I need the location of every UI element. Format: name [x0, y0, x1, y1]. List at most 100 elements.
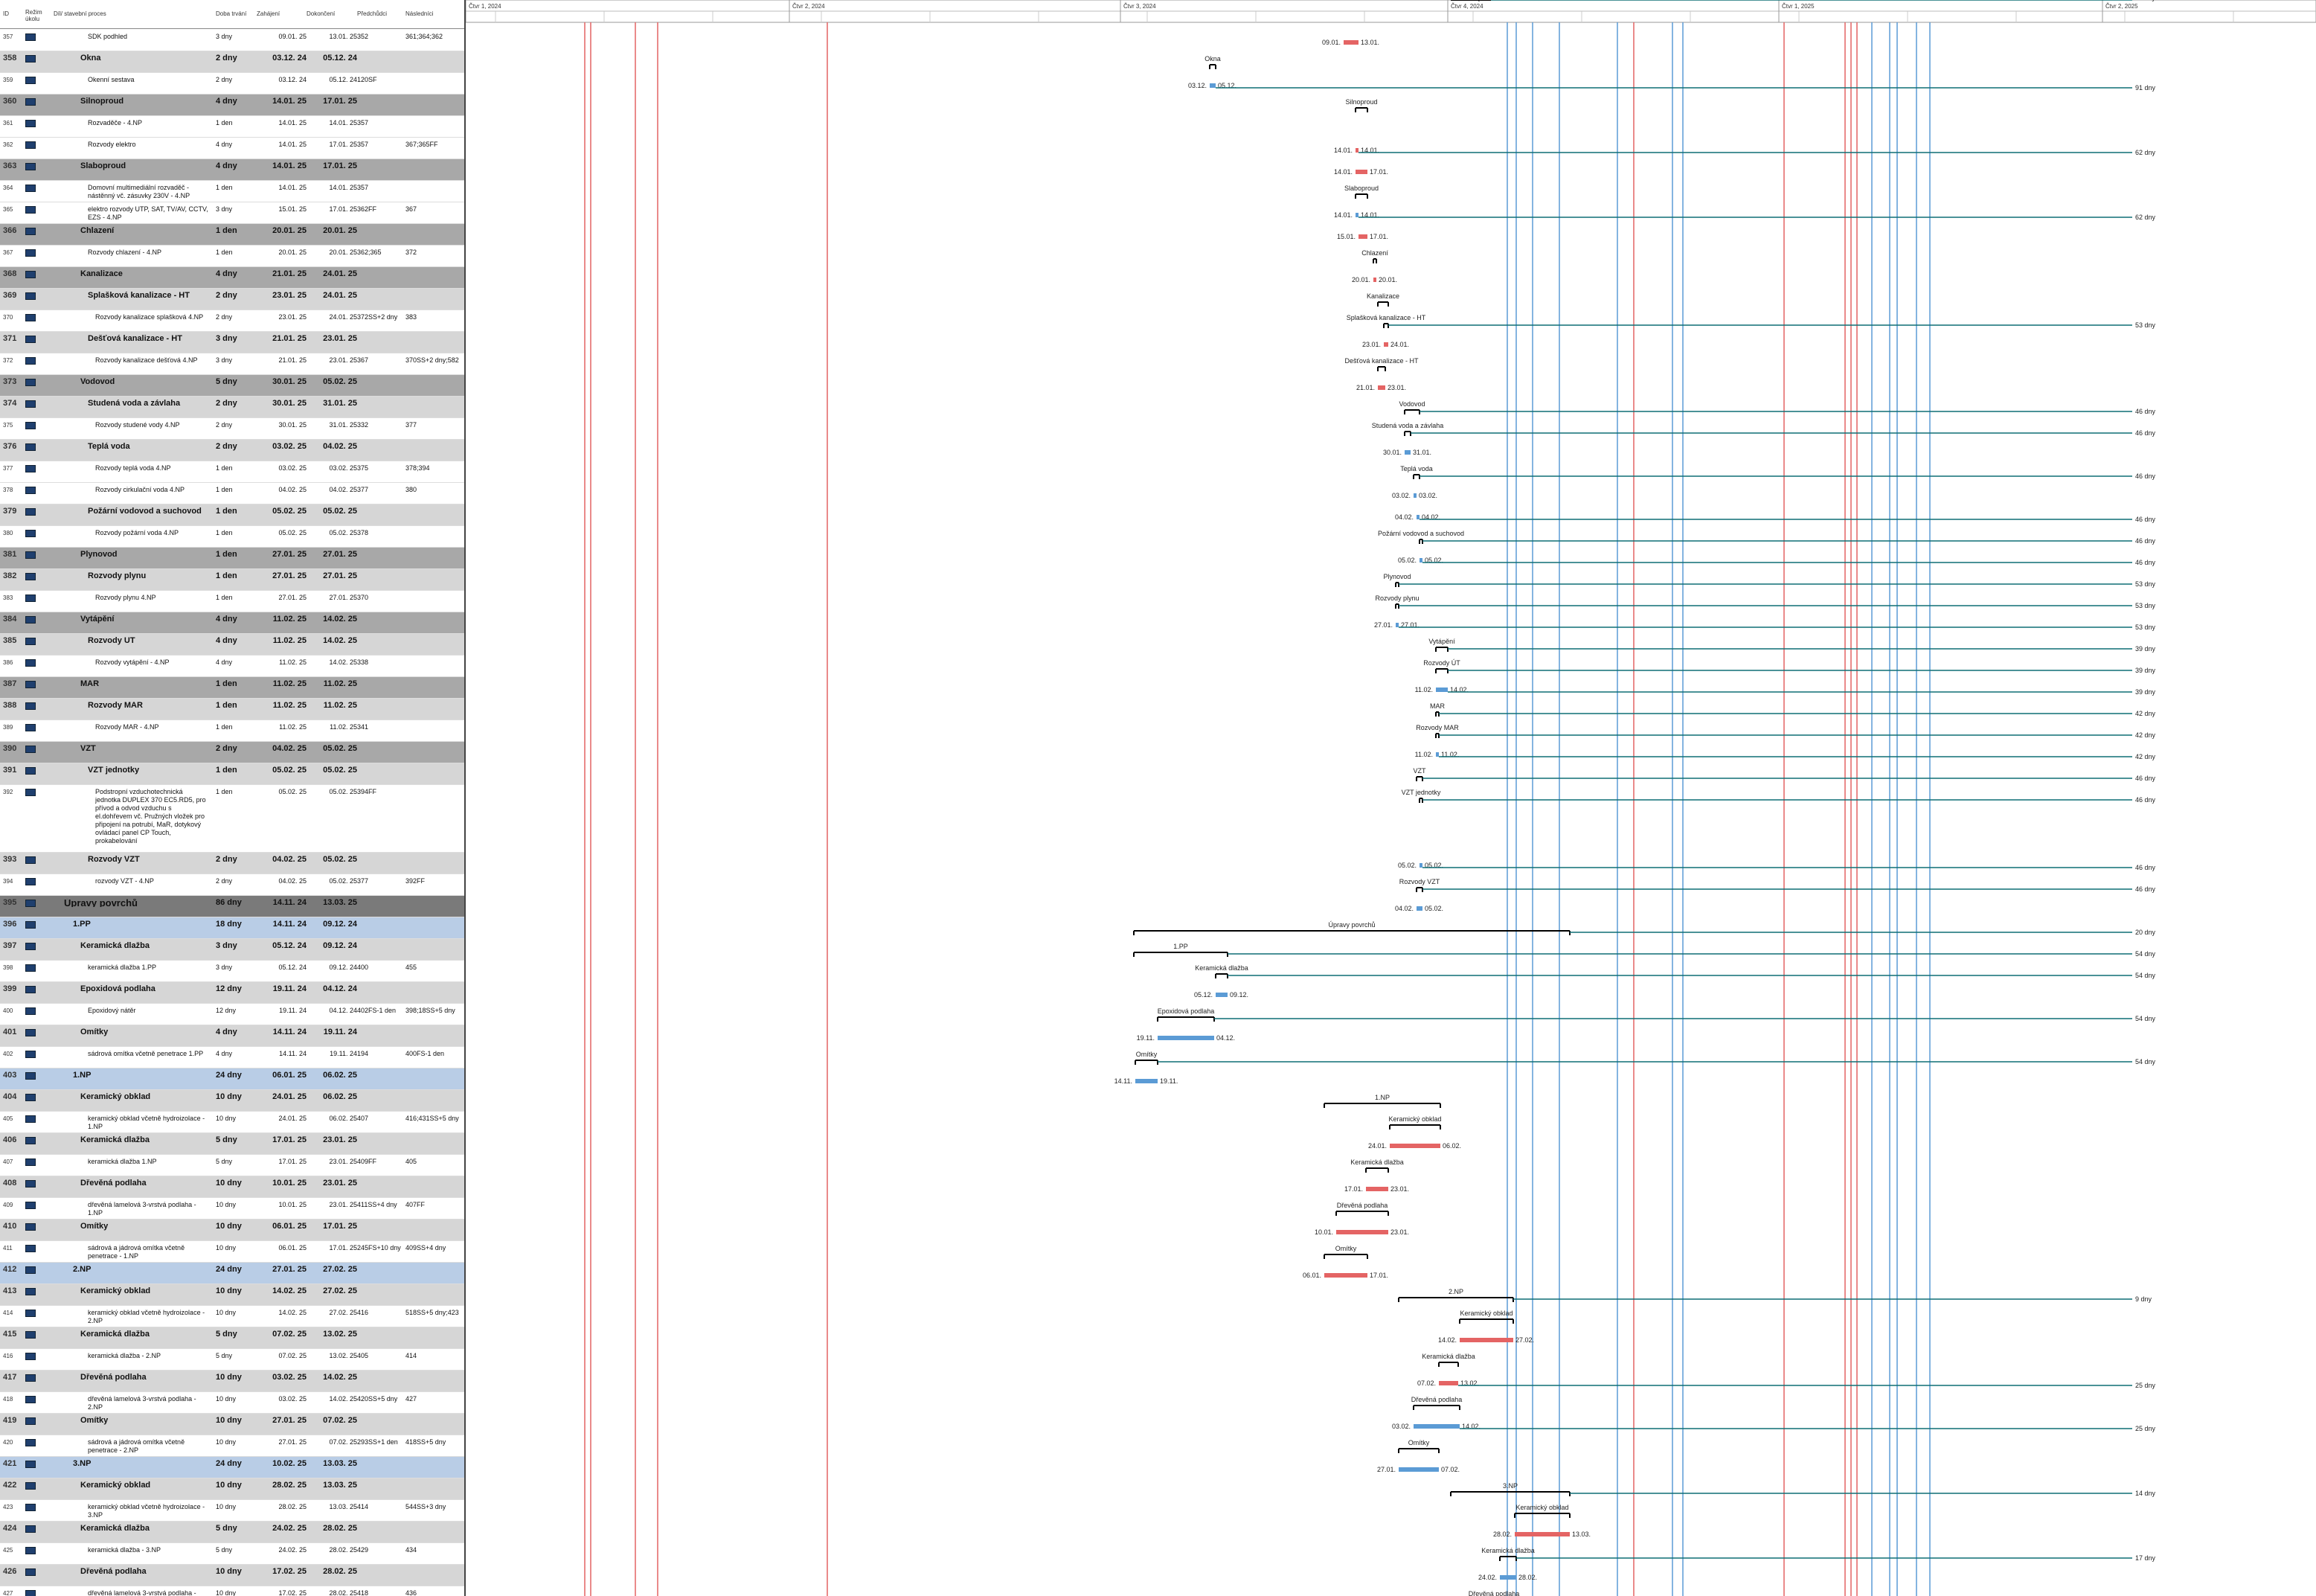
- task-bar: [1460, 1338, 1513, 1342]
- row-finish: 03.02. 25: [329, 464, 357, 472]
- slack-label: 20 dny: [2135, 929, 2156, 936]
- table-row[interactable]: 406 Keramická dlažba 5 dny 17.01. 25 23.01. …: [0, 1133, 464, 1155]
- table-row[interactable]: 405 keramický obklad včetně hydroizolace …: [0, 1112, 464, 1133]
- gantt-canvas[interactable]: Čtvr 1, 2024 Čtvr 2, 2024 Čtvr 3, 2024 Čtvr…: [466, 0, 2316, 1596]
- table-row[interactable]: 379 Požární vodovod a suchovod 1 den 05.02.…: [0, 504, 464, 526]
- table-row[interactable]: 416 keramická dlažba - 2.NP 5 dny 07.02. 25…: [0, 1349, 464, 1371]
- table-row[interactable]: 381 Plynovod 1 den 27.01. 25 27.01. 25: [0, 548, 464, 569]
- table-row[interactable]: 389 Rozvody MAR - 4.NP 1 den 11.02. 25 11.02…: [0, 720, 464, 742]
- task-mode-icon: [25, 1137, 36, 1144]
- table-row[interactable]: 391 VZT jednotky 1 den 05.02. 25 05.02. 25: [0, 763, 464, 785]
- table-row[interactable]: 369 Splašková kanalizace - HT 2 dny 23.01. …: [0, 289, 464, 310]
- task-bar: [1210, 83, 1216, 88]
- slack-label: 46 dny: [2135, 775, 2156, 782]
- table-row[interactable]: 421 3.NP 24 dny 10.02. 25 13.03. 25: [0, 1457, 464, 1478]
- table-row[interactable]: 408 Dřevěná podlaha 10 dny 10.01. 25 23.01. …: [0, 1176, 464, 1198]
- row-successors: 372: [405, 249, 417, 256]
- table-row[interactable]: 384 Vytápění 4 dny 11.02. 25 14.02. 25: [0, 612, 464, 634]
- table-row[interactable]: 362 Rozvody elektro 4 dny 14.01. 25 17.01. 2…: [0, 138, 464, 159]
- table-row[interactable]: 372 Rozvody kanalizace dešťová 4.NP 3 dny 2…: [0, 353, 464, 375]
- table-row[interactable]: 400 Epoxidový nátěr 12 dny 19.11. 24 04.12. …: [0, 1004, 464, 1025]
- table-row[interactable]: 424 Keramická dlažba 5 dny 24.02. 25 28.02. …: [0, 1522, 464, 1543]
- table-row[interactable]: 417 Dřevěná podlaha 10 dny 03.02. 25 14.02. …: [0, 1371, 464, 1392]
- table-row[interactable]: 368 Kanalizace 4 dny 21.01. 25 24.01. 25: [0, 267, 464, 289]
- table-row[interactable]: 380 Rozvody požární voda 4.NP 1 den 05.02. …: [0, 526, 464, 548]
- table-row[interactable]: 358 Okna 2 dny 03.12. 24 05.12. 24: [0, 51, 464, 73]
- table-row[interactable]: 370 Rozvody kanalizace splašková 4.NP 2 dn…: [0, 310, 464, 332]
- table-row[interactable]: 365 elektro rozvody UTP, SAT, TV/AV, CCTV…: [0, 202, 464, 224]
- table-row[interactable]: 382 Rozvody plynu 1 den 27.01. 25 27.01. 25: [0, 569, 464, 591]
- table-row[interactable]: 392 Podstropní vzduchotechnická jednotka …: [0, 785, 464, 853]
- table-row[interactable]: 425 keramická dlažba - 3.NP 5 dny 24.02. 25…: [0, 1543, 464, 1565]
- col-header-predecessors[interactable]: Předchůdci: [357, 10, 387, 17]
- col-header-finish[interactable]: Dokončení: [307, 10, 335, 17]
- row-start: 14.01. 25: [272, 162, 307, 170]
- table-row[interactable]: 423 keramický obklad včetně hydroizolace …: [0, 1500, 464, 1522]
- col-header-successors[interactable]: Následníci: [405, 10, 433, 17]
- table-row[interactable]: 407 keramická dlažba 1.NP 5 dny 17.01. 25 23…: [0, 1155, 464, 1176]
- table-row[interactable]: 383 Rozvody plynu 4.NP 1 den 27.01. 25 27.01…: [0, 591, 464, 612]
- table-row[interactable]: 388 Rozvody MAR 1 den 11.02. 25 11.02. 25: [0, 699, 464, 720]
- row-id: 364: [3, 185, 13, 191]
- table-row[interactable]: 398 keramická dlažba 1.PP 3 dny 05.12. 24 09…: [0, 961, 464, 982]
- table-row[interactable]: 397 Keramická dlažba 3 dny 05.12. 24 09.12. …: [0, 939, 464, 961]
- row-finish: 11.02. 25: [323, 702, 357, 710]
- col-header-id[interactable]: ID: [3, 10, 9, 17]
- table-row[interactable]: 414 keramický obklad včetně hydroizolace …: [0, 1306, 464, 1327]
- row-id: 410: [3, 1222, 17, 1231]
- table-row[interactable]: 413 Keramický obklad 10 dny 14.02. 25 27.02.…: [0, 1284, 464, 1306]
- table-row[interactable]: 393 Rozvody VZT 2 dny 04.02. 25 05.02. 25: [0, 853, 464, 874]
- col-header-start[interactable]: Zahájení: [257, 10, 280, 17]
- table-row[interactable]: 394 rozvody VZT - 4.NP 2 dny 04.02. 25 05.02…: [0, 874, 464, 896]
- table-row[interactable]: 401 Omítky 4 dny 14.11. 24 19.11. 24: [0, 1025, 464, 1047]
- table-row[interactable]: 359 Okenní sestava 2 dny 03.12. 24 05.12. 24…: [0, 73, 464, 94]
- task-mode-icon: [25, 986, 36, 993]
- table-row[interactable]: 375 Rozvody studené vody 4.NP 2 dny 30.01. …: [0, 418, 464, 440]
- table-row[interactable]: 378 Rozvody cirkulační voda 4.NP 1 den 04.0…: [0, 483, 464, 504]
- table-row[interactable]: 409 dřevěná lamelová 3-vrstvá podlaha - 1…: [0, 1198, 464, 1220]
- table-row[interactable]: 403 1.NP 24 dny 06.01. 25 06.02. 25: [0, 1068, 464, 1090]
- table-row[interactable]: 360 Silnoproud 4 dny 14.01. 25 17.01. 25: [0, 94, 464, 116]
- table-row[interactable]: 373 Vodovod 5 dny 30.01. 25 05.02. 25: [0, 375, 464, 397]
- slack-label: 46 dny: [2135, 864, 2156, 871]
- table-row[interactable]: 395 Úpravy povrchů 86 dny 14.11. 24 13.03. 2…: [0, 896, 464, 917]
- table-row[interactable]: 376 Teplá voda 2 dny 03.02. 25 04.02. 25: [0, 440, 464, 461]
- table-row[interactable]: 387 MAR 1 den 11.02. 25 11.02. 25: [0, 677, 464, 699]
- table-row[interactable]: 367 Rozvody chlazení - 4.NP 1 den 20.01. 25…: [0, 246, 464, 267]
- col-header-duration[interactable]: Doba trvání: [216, 10, 246, 17]
- table-row[interactable]: 415 Keramická dlažba 5 dny 07.02. 25 13.02. …: [0, 1327, 464, 1349]
- table-row[interactable]: 419 Omítky 10 dny 27.01. 25 07.02. 25: [0, 1414, 464, 1435]
- table-row[interactable]: 426 Dřevěná podlaha 10 dny 17.02. 25 28.02. …: [0, 1565, 464, 1586]
- table-row[interactable]: 374 Studená voda a závlaha 2 dny 30.01. 25 3…: [0, 397, 464, 418]
- table-row[interactable]: 390 VZT 2 dny 04.02. 25 05.02. 25: [0, 742, 464, 763]
- table-row[interactable]: 422 Keramický obklad 10 dny 28.02. 25 13.03.…: [0, 1478, 464, 1500]
- table-row[interactable]: 404 Keramický obklad 10 dny 24.01. 25 06.02.…: [0, 1090, 464, 1112]
- table-row[interactable]: 418 dřevěná lamelová 3-vrstvá podlaha - 2…: [0, 1392, 464, 1414]
- col-header-mode[interactable]: Režim úkolu: [25, 9, 42, 22]
- table-row[interactable]: 396 1.PP 18 dny 14.11. 24 09.12. 24: [0, 917, 464, 939]
- table-row[interactable]: 427 dřevěná lamelová 3-vrstvá podlaha - 3…: [0, 1586, 464, 1596]
- table-row[interactable]: 361 Rozvaděče - 4.NP 1 den 14.01. 25 14.01. …: [0, 116, 464, 138]
- table-row[interactable]: 366 Chlazení 1 den 20.01. 25 20.01. 25: [0, 224, 464, 246]
- table-row[interactable]: 364 Domovní multimediální rozvaděč - nást…: [0, 181, 464, 202]
- row-name: rozvody VZT - 4.NP: [95, 877, 154, 885]
- table-row[interactable]: 371 Dešťová kanalizace - HT 3 dny 21.01. 25…: [0, 332, 464, 353]
- table-row[interactable]: 385 Rozvody ÚT 4 dny 11.02. 25 14.02. 25: [0, 634, 464, 656]
- row-start: 10.01. 25: [272, 1179, 307, 1188]
- table-row[interactable]: 402 sádrová omítka včetně penetrace 1.PP 4…: [0, 1047, 464, 1068]
- table-row[interactable]: 386 Rozvody vytápění - 4.NP 4 dny 11.02. 25…: [0, 656, 464, 677]
- table-row[interactable]: 410 Omítky 10 dny 06.01. 25 17.01. 25: [0, 1220, 464, 1241]
- table-row[interactable]: 412 2.NP 24 dny 27.01. 25 27.02. 25: [0, 1263, 464, 1284]
- row-predecessors: 420SS+5 dny: [357, 1395, 398, 1403]
- table-row[interactable]: 411 sádrová a jádrová omítka včetně penet…: [0, 1241, 464, 1263]
- table-row[interactable]: 377 Rozvody teplá voda 4.NP 1 den 03.02. 25…: [0, 461, 464, 483]
- table-row[interactable]: 399 Epoxidová podlaha 12 dny 19.11. 24 04.12…: [0, 982, 464, 1004]
- row-predecessors: 409FF: [357, 1158, 377, 1165]
- table-row[interactable]: 357 SDK podhled 3 dny 09.01. 25 13.01. 25 352…: [0, 30, 464, 51]
- summary-bar-label: Keramický obklad: [1515, 1504, 1568, 1511]
- task-mode-icon: [25, 1590, 36, 1596]
- gantt-chart[interactable]: Čtvr 1, 2024 Čtvr 2, 2024 Čtvr 3, 2024 Čtvr…: [466, 0, 2316, 1596]
- table-row[interactable]: 363 Slaboproud 4 dny 14.01. 25 17.01. 25: [0, 159, 464, 181]
- table-row[interactable]: 420 sádrová a jádrová omítka včetně penet…: [0, 1435, 464, 1457]
- col-header-name[interactable]: Díl/ stavební proces: [54, 10, 106, 17]
